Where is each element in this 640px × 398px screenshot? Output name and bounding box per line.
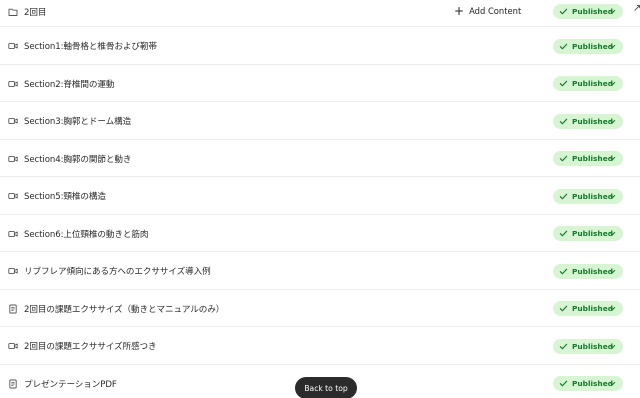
plus-icon: + [454,4,465,18]
status-label: Published [572,341,613,351]
check-icon [559,155,568,162]
content-title: Section3:胸郭とドーム構造 [24,117,132,127]
chevron-down-icon [609,9,616,14]
chevron-down-icon [609,269,616,273]
video-icon [8,154,18,164]
status-badge[interactable]: Published [553,38,623,54]
content-row[interactable]: Section3:胸郭とドーム構造 Published [0,102,640,140]
video-icon [8,191,18,201]
video-icon [8,229,18,239]
status-badge[interactable]: Published [553,376,623,391]
status-label: Published [572,7,613,16]
chevron-down-icon [609,381,616,386]
chevron-down-icon [609,156,616,161]
add-content-label: Add Content [469,6,522,16]
status-badge[interactable]: Published [553,76,623,91]
content-row[interactable]: Section4:胸郭の関節と動き Published [0,140,640,177]
status-label: Published [572,304,613,313]
content-row[interactable]: Section1:軸骨格と椎骨および靭帯 Published [0,27,640,65]
status-label: Published [572,79,613,88]
status-label: Published [572,191,613,201]
content-title: 2回目の課題エクササイズ（動きとマニュアルのみ） [24,304,225,315]
status-label: Published [572,266,613,276]
status-label: Published [572,229,613,238]
status-label: Published [572,116,613,126]
status-badge[interactable]: Published [553,338,623,354]
chevron-down-icon [609,194,616,198]
check-icon [559,118,568,124]
check-icon [559,268,568,274]
content-title: Section5:頸椎の構造 [24,192,106,202]
content-title: Section6:上位頸椎の動きと筋肉 [24,229,149,240]
check-icon [559,305,568,312]
status-badge[interactable]: Published [553,4,623,19]
status-label: Published [572,379,613,388]
status-label: Published [572,154,613,163]
status-badge[interactable]: Published [553,226,623,241]
chevron-down-icon [609,306,616,311]
status-badge[interactable]: Published [553,263,623,279]
document-icon [8,304,18,314]
video-icon [8,41,18,51]
status-badge[interactable]: Published [553,188,623,204]
content-title: プレゼンテーションPDF [24,379,117,390]
check-icon [559,43,568,49]
content-row[interactable]: Section2:脊椎間の運動 Published [0,65,640,102]
status-badge[interactable]: Published [553,151,623,166]
check-icon [559,380,568,387]
chevron-down-icon [609,44,616,48]
back-to-top-button[interactable]: Back to top [295,377,357,398]
chevron-down-icon [609,231,616,236]
chevron-down-icon [609,344,616,348]
document-icon [8,379,18,389]
check-icon [559,8,568,15]
content-title: Section1:軸骨格と椎骨および靭帯 [24,42,157,52]
check-icon [559,80,568,87]
content-row[interactable]: Section6:上位頸椎の動きと筋肉 Published [0,215,640,252]
content-row[interactable]: リブフレア傾向にある方へのエクササイズ導入例 Published [0,252,640,290]
status-badge[interactable]: Published [553,301,623,316]
module-header[interactable]: 2回目 + Add Content Published ↗ [0,0,640,27]
status-label: Published [572,41,613,51]
content-title: リブフレア傾向にある方へのエクササイズ導入例 [24,267,211,277]
check-icon [559,343,568,349]
status-badge[interactable]: Published [553,113,623,129]
video-icon [8,116,18,126]
content-title: 2回目の課題エクササイズ所感つき [24,342,157,352]
folder-icon [8,7,18,17]
content-title: Section4:胸郭の関節と動き [24,154,132,165]
chevron-down-icon [609,81,616,86]
content-row[interactable]: 2回目の課題エクササイズ（動きとマニュアルのみ） Published [0,290,640,327]
chevron-down-icon [609,119,616,123]
check-icon [559,193,568,199]
content-row[interactable]: 2回目の課題エクササイズ所感つき Published [0,327,640,365]
expand-icon[interactable]: ↗ [633,3,640,17]
check-icon [559,230,568,237]
content-row[interactable]: Section5:頸椎の構造 Published [0,177,640,215]
video-icon [8,266,18,276]
video-icon [8,341,18,351]
video-icon [8,79,18,89]
add-content-button[interactable]: + Add Content [454,4,521,18]
content-title: Section2:脊椎間の運動 [24,79,115,90]
module-title: 2回目 [24,8,47,18]
